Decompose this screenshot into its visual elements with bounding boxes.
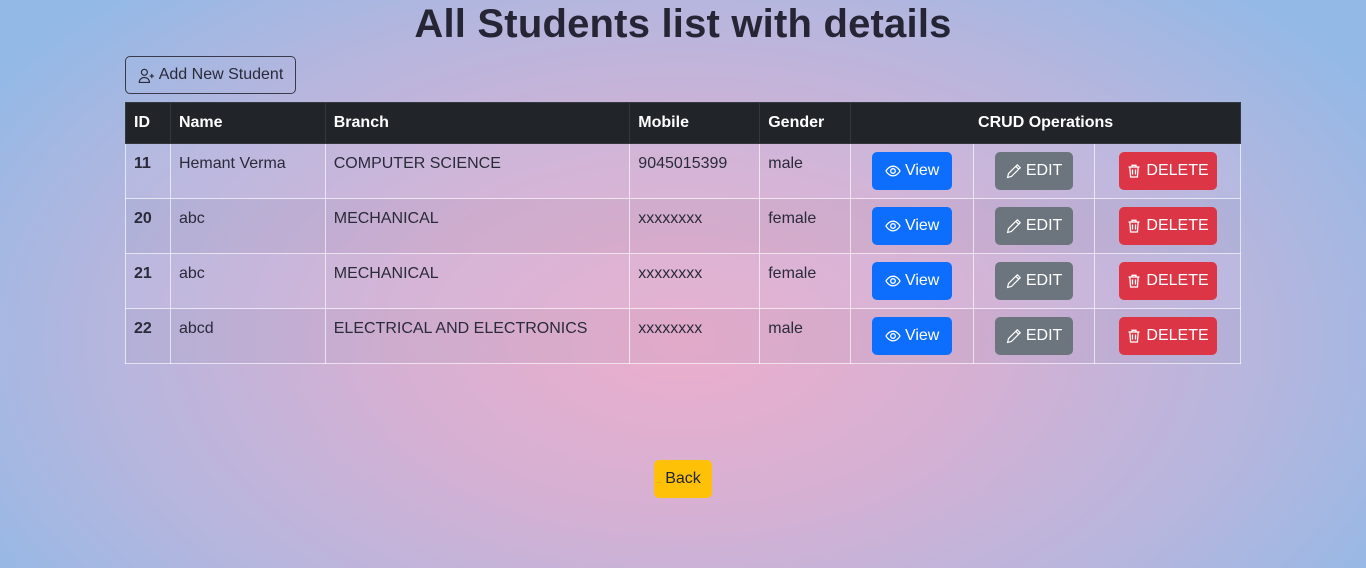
- table-row: 20 abc MECHANICAL xxxxxxxx female View EDIT DEL…: [125, 198, 1241, 254]
- view-button[interactable]: View: [872, 262, 953, 300]
- cell-mobile: 9045015399: [629, 143, 761, 199]
- edit-label: EDIT: [1025, 217, 1063, 234]
- eye-icon: [885, 163, 901, 179]
- cell-branch: ELECTRICAL AND ELECTRONICS: [324, 308, 631, 364]
- header-id: ID: [125, 102, 171, 144]
- cell-id: 20: [125, 198, 171, 254]
- cell-view: View: [850, 253, 975, 309]
- eye-icon: [885, 328, 901, 344]
- header-mobile: Mobile: [629, 102, 761, 144]
- delete-button[interactable]: DELETE: [1118, 152, 1217, 190]
- delete-button[interactable]: DELETE: [1118, 207, 1217, 245]
- delete-label: DELETE: [1146, 327, 1209, 344]
- cell-delete: DELETE: [1094, 253, 1241, 309]
- edit-button[interactable]: EDIT: [995, 317, 1074, 355]
- pencil-icon: [1006, 163, 1022, 179]
- cell-id: 11: [125, 143, 171, 199]
- cell-mobile: xxxxxxxx: [629, 308, 761, 364]
- cell-name: abcd: [169, 308, 326, 364]
- cell-branch: COMPUTER SCIENCE: [324, 143, 631, 199]
- cell-gender: male: [759, 308, 852, 364]
- back-button[interactable]: Back: [654, 460, 712, 498]
- cell-name: Hemant Verma: [169, 143, 326, 199]
- cell-gender: female: [759, 253, 852, 309]
- cell-gender: female: [759, 198, 852, 254]
- delete-button[interactable]: DELETE: [1118, 262, 1217, 300]
- table-row: 21 abc MECHANICAL xxxxxxxx female View EDIT DEL…: [125, 253, 1241, 309]
- eye-icon: [885, 218, 901, 234]
- cell-delete: DELETE: [1094, 308, 1241, 364]
- eye-icon: [885, 273, 901, 289]
- students-table: ID Name Branch Mobile Gender CRUD Operat…: [125, 102, 1241, 364]
- cell-edit: EDIT: [973, 253, 1096, 309]
- edit-button[interactable]: EDIT: [995, 152, 1074, 190]
- header-name: Name: [169, 102, 326, 144]
- trash-icon: [1126, 218, 1142, 234]
- edit-button[interactable]: EDIT: [995, 262, 1074, 300]
- trash-icon: [1126, 273, 1142, 289]
- view-label: View: [904, 327, 940, 344]
- trash-icon: [1126, 328, 1142, 344]
- edit-label: EDIT: [1025, 327, 1063, 344]
- cell-mobile: xxxxxxxx: [629, 198, 761, 254]
- edit-label: EDIT: [1025, 162, 1063, 179]
- view-label: View: [904, 272, 940, 289]
- pencil-icon: [1006, 328, 1022, 344]
- cell-view: View: [850, 198, 975, 254]
- edit-label: EDIT: [1025, 272, 1063, 289]
- table-row: 11 Hemant Verma COMPUTER SCIENCE 9045015399…: [125, 143, 1241, 199]
- delete-button[interactable]: DELETE: [1118, 317, 1217, 355]
- cell-edit: EDIT: [973, 143, 1096, 199]
- table-row: 22 abcd ELECTRICAL AND ELECTRONICS xxxxxxxx…: [125, 308, 1241, 364]
- page-title: All Students list with details: [414, 2, 952, 46]
- cell-delete: DELETE: [1094, 198, 1241, 254]
- cell-view: View: [850, 308, 975, 364]
- cell-name: abc: [169, 198, 326, 254]
- cell-id: 21: [125, 253, 171, 309]
- add-new-student-label: Add New Student: [158, 66, 284, 83]
- view-button[interactable]: View: [872, 207, 953, 245]
- header-branch: Branch: [324, 102, 631, 144]
- view-label: View: [904, 162, 940, 179]
- header-crud-operations: CRUD Operations: [850, 102, 1241, 144]
- add-new-student-button[interactable]: Add New Student: [125, 56, 296, 94]
- view-button[interactable]: View: [872, 152, 953, 190]
- cell-mobile: xxxxxxxx: [629, 253, 761, 309]
- view-label: View: [904, 217, 940, 234]
- cell-branch: MECHANICAL: [324, 198, 631, 254]
- edit-button[interactable]: EDIT: [995, 207, 1074, 245]
- cell-gender: male: [759, 143, 852, 199]
- pencil-icon: [1006, 218, 1022, 234]
- cell-name: abc: [169, 253, 326, 309]
- table-header-row: ID Name Branch Mobile Gender CRUD Operat…: [125, 102, 1241, 144]
- trash-icon: [1126, 163, 1142, 179]
- cell-edit: EDIT: [973, 198, 1096, 254]
- cell-edit: EDIT: [973, 308, 1096, 364]
- delete-label: DELETE: [1146, 272, 1209, 289]
- person-plus-icon: [138, 67, 155, 84]
- header-gender: Gender: [759, 102, 852, 144]
- cell-id: 22: [125, 308, 171, 364]
- delete-label: DELETE: [1146, 217, 1209, 234]
- pencil-icon: [1006, 273, 1022, 289]
- cell-delete: DELETE: [1094, 143, 1241, 199]
- delete-label: DELETE: [1146, 162, 1209, 179]
- cell-branch: MECHANICAL: [324, 253, 631, 309]
- view-button[interactable]: View: [872, 317, 953, 355]
- cell-view: View: [850, 143, 975, 199]
